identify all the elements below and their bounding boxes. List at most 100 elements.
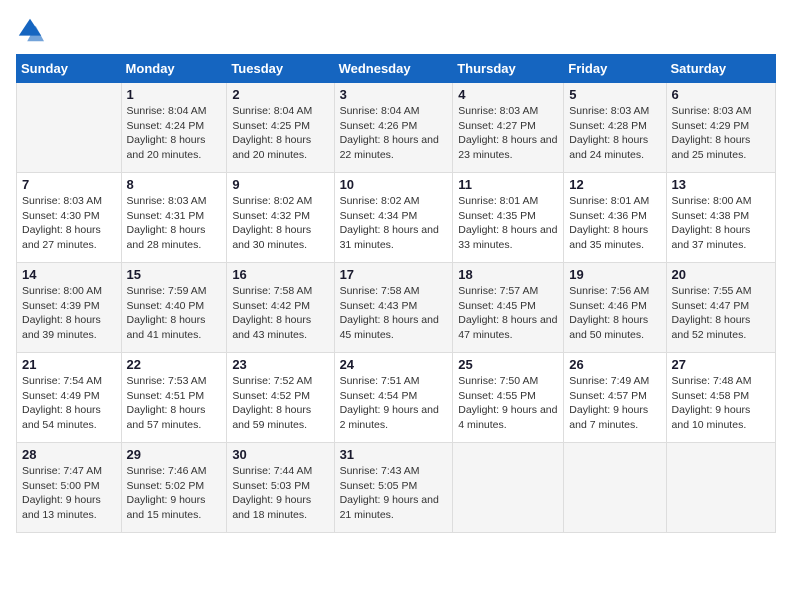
calendar-week-row: 1 Sunrise: 8:04 AMSunset: 4:24 PMDaylight… xyxy=(17,83,776,173)
day-info: Sunrise: 7:53 AMSunset: 4:51 PMDaylight:… xyxy=(127,374,222,433)
weekday-header-saturday: Saturday xyxy=(666,55,775,83)
day-info: Sunrise: 7:58 AMSunset: 4:43 PMDaylight:… xyxy=(340,284,448,343)
calendar-cell: 22 Sunrise: 7:53 AMSunset: 4:51 PMDayligh… xyxy=(121,353,227,443)
day-number: 24 xyxy=(340,357,448,372)
weekday-header-thursday: Thursday xyxy=(453,55,564,83)
calendar-cell: 11 Sunrise: 8:01 AMSunset: 4:35 PMDayligh… xyxy=(453,173,564,263)
day-info: Sunrise: 7:48 AMSunset: 4:58 PMDaylight:… xyxy=(672,374,770,433)
day-number: 5 xyxy=(569,87,660,102)
day-number: 21 xyxy=(22,357,116,372)
day-number: 31 xyxy=(340,447,448,462)
calendar-cell: 3Sunrise: 8:04 AMSunset: 4:26 PMDaylight… xyxy=(334,83,453,173)
day-info: Sunrise: 7:55 AMSunset: 4:47 PMDaylight:… xyxy=(672,284,770,343)
calendar-cell: 26Sunrise: 7:49 AMSunset: 4:57 PMDayligh… xyxy=(564,353,666,443)
calendar-cell: 6 Sunrise: 8:03 AMSunset: 4:29 PMDaylight… xyxy=(666,83,775,173)
day-number: 12 xyxy=(569,177,660,192)
calendar-cell: 25 Sunrise: 7:50 AMSunset: 4:55 PMDayligh… xyxy=(453,353,564,443)
day-info: Sunrise: 7:49 AMSunset: 4:57 PMDaylight:… xyxy=(569,374,660,433)
day-info: Sunrise: 8:04 AMSunset: 4:25 PMDaylight:… xyxy=(232,104,328,163)
logo xyxy=(16,16,48,44)
day-info: Sunrise: 8:00 AMSunset: 4:39 PMDaylight:… xyxy=(22,284,116,343)
day-number: 4 xyxy=(458,87,558,102)
calendar-cell: 30 Sunrise: 7:44 AMSunset: 5:03 PMDayligh… xyxy=(227,443,334,533)
calendar-header: SundayMondayTuesdayWednesdayThursdayFrid… xyxy=(17,55,776,83)
calendar-cell: 4 Sunrise: 8:03 AMSunset: 4:27 PMDaylight… xyxy=(453,83,564,173)
calendar-cell: 10Sunrise: 8:02 AMSunset: 4:34 PMDayligh… xyxy=(334,173,453,263)
calendar-cell: 1 Sunrise: 8:04 AMSunset: 4:24 PMDaylight… xyxy=(121,83,227,173)
day-info: Sunrise: 7:44 AMSunset: 5:03 PMDaylight:… xyxy=(232,464,328,523)
calendar-cell: 5 Sunrise: 8:03 AMSunset: 4:28 PMDaylight… xyxy=(564,83,666,173)
calendar-cell: 19Sunrise: 7:56 AMSunset: 4:46 PMDayligh… xyxy=(564,263,666,353)
day-info: Sunrise: 7:59 AMSunset: 4:40 PMDaylight:… xyxy=(127,284,222,343)
weekday-header-friday: Friday xyxy=(564,55,666,83)
day-number: 2 xyxy=(232,87,328,102)
day-number: 6 xyxy=(672,87,770,102)
day-info: Sunrise: 7:46 AMSunset: 5:02 PMDaylight:… xyxy=(127,464,222,523)
day-info: Sunrise: 7:50 AMSunset: 4:55 PMDaylight:… xyxy=(458,374,558,433)
day-info: Sunrise: 8:03 AMSunset: 4:30 PMDaylight:… xyxy=(22,194,116,253)
calendar-cell: 21 Sunrise: 7:54 AMSunset: 4:49 PMDayligh… xyxy=(17,353,122,443)
calendar-week-row: 14Sunrise: 8:00 AMSunset: 4:39 PMDayligh… xyxy=(17,263,776,353)
calendar-cell xyxy=(564,443,666,533)
weekday-header-wednesday: Wednesday xyxy=(334,55,453,83)
calendar-cell: 14Sunrise: 8:00 AMSunset: 4:39 PMDayligh… xyxy=(17,263,122,353)
calendar-cell: 13 Sunrise: 8:00 AMSunset: 4:38 PMDayligh… xyxy=(666,173,775,263)
calendar-cell: 31 Sunrise: 7:43 AMSunset: 5:05 PMDayligh… xyxy=(334,443,453,533)
page-header xyxy=(16,16,776,44)
day-number: 8 xyxy=(127,177,222,192)
day-number: 9 xyxy=(232,177,328,192)
calendar-week-row: 21 Sunrise: 7:54 AMSunset: 4:49 PMDayligh… xyxy=(17,353,776,443)
calendar-cell: 7 Sunrise: 8:03 AMSunset: 4:30 PMDaylight… xyxy=(17,173,122,263)
day-number: 22 xyxy=(127,357,222,372)
day-info: Sunrise: 8:03 AMSunset: 4:28 PMDaylight:… xyxy=(569,104,660,163)
calendar-cell: 20 Sunrise: 7:55 AMSunset: 4:47 PMDayligh… xyxy=(666,263,775,353)
calendar-cell: 15 Sunrise: 7:59 AMSunset: 4:40 PMDayligh… xyxy=(121,263,227,353)
day-number: 13 xyxy=(672,177,770,192)
day-info: Sunrise: 8:03 AMSunset: 4:31 PMDaylight:… xyxy=(127,194,222,253)
day-number: 7 xyxy=(22,177,116,192)
day-info: Sunrise: 7:51 AMSunset: 4:54 PMDaylight:… xyxy=(340,374,448,433)
day-number: 17 xyxy=(340,267,448,282)
day-info: Sunrise: 8:01 AMSunset: 4:36 PMDaylight:… xyxy=(569,194,660,253)
calendar-cell: 8 Sunrise: 8:03 AMSunset: 4:31 PMDaylight… xyxy=(121,173,227,263)
calendar-cell: 28Sunrise: 7:47 AMSunset: 5:00 PMDayligh… xyxy=(17,443,122,533)
calendar-body: 1 Sunrise: 8:04 AMSunset: 4:24 PMDaylight… xyxy=(17,83,776,533)
calendar-cell: 9 Sunrise: 8:02 AMSunset: 4:32 PMDaylight… xyxy=(227,173,334,263)
day-number: 10 xyxy=(340,177,448,192)
day-number: 20 xyxy=(672,267,770,282)
day-number: 28 xyxy=(22,447,116,462)
calendar-cell: 27 Sunrise: 7:48 AMSunset: 4:58 PMDayligh… xyxy=(666,353,775,443)
day-number: 3 xyxy=(340,87,448,102)
day-number: 27 xyxy=(672,357,770,372)
calendar-cell: 12 Sunrise: 8:01 AMSunset: 4:36 PMDayligh… xyxy=(564,173,666,263)
calendar-cell xyxy=(666,443,775,533)
day-number: 11 xyxy=(458,177,558,192)
day-info: Sunrise: 8:03 AMSunset: 4:27 PMDaylight:… xyxy=(458,104,558,163)
calendar-cell: 18Sunrise: 7:57 AMSunset: 4:45 PMDayligh… xyxy=(453,263,564,353)
day-info: Sunrise: 8:02 AMSunset: 4:32 PMDaylight:… xyxy=(232,194,328,253)
day-number: 1 xyxy=(127,87,222,102)
calendar-cell: 17 Sunrise: 7:58 AMSunset: 4:43 PMDayligh… xyxy=(334,263,453,353)
day-number: 15 xyxy=(127,267,222,282)
weekday-header-sunday: Sunday xyxy=(17,55,122,83)
day-info: Sunrise: 7:54 AMSunset: 4:49 PMDaylight:… xyxy=(22,374,116,433)
calendar-cell: 23Sunrise: 7:52 AMSunset: 4:52 PMDayligh… xyxy=(227,353,334,443)
calendar-cell xyxy=(453,443,564,533)
day-number: 25 xyxy=(458,357,558,372)
day-info: Sunrise: 7:56 AMSunset: 4:46 PMDaylight:… xyxy=(569,284,660,343)
weekday-header-tuesday: Tuesday xyxy=(227,55,334,83)
calendar-cell: 29Sunrise: 7:46 AMSunset: 5:02 PMDayligh… xyxy=(121,443,227,533)
calendar-cell: 2 Sunrise: 8:04 AMSunset: 4:25 PMDaylight… xyxy=(227,83,334,173)
calendar-cell: 24 Sunrise: 7:51 AMSunset: 4:54 PMDayligh… xyxy=(334,353,453,443)
calendar-cell: 16Sunrise: 7:58 AMSunset: 4:42 PMDayligh… xyxy=(227,263,334,353)
day-info: Sunrise: 7:43 AMSunset: 5:05 PMDaylight:… xyxy=(340,464,448,523)
weekday-header-row: SundayMondayTuesdayWednesdayThursdayFrid… xyxy=(17,55,776,83)
day-info: Sunrise: 7:57 AMSunset: 4:45 PMDaylight:… xyxy=(458,284,558,343)
day-info: Sunrise: 8:04 AMSunset: 4:24 PMDaylight:… xyxy=(127,104,222,163)
day-number: 30 xyxy=(232,447,328,462)
day-info: Sunrise: 8:00 AMSunset: 4:38 PMDaylight:… xyxy=(672,194,770,253)
day-info: Sunrise: 8:01 AMSunset: 4:35 PMDaylight:… xyxy=(458,194,558,253)
day-info: Sunrise: 8:03 AMSunset: 4:29 PMDaylight:… xyxy=(672,104,770,163)
calendar-week-row: 28Sunrise: 7:47 AMSunset: 5:00 PMDayligh… xyxy=(17,443,776,533)
day-number: 23 xyxy=(232,357,328,372)
